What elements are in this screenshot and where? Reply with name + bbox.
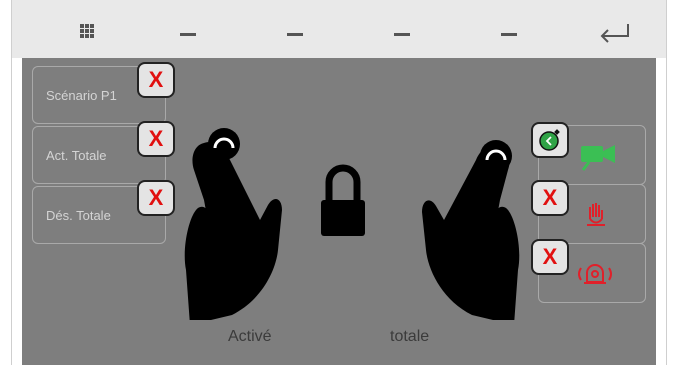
enter-return-icon[interactable] [598, 22, 634, 44]
tab-placeholder-3[interactable] [394, 33, 410, 36]
siren-alarm-icon [578, 264, 612, 284]
tab-placeholder-4[interactable] [501, 33, 517, 36]
top-bar [12, 0, 666, 58]
timer-status-button[interactable] [531, 122, 569, 158]
status-text-right: totale [390, 328, 430, 345]
tab-placeholder-2[interactable] [287, 33, 303, 36]
scenario-panel: Scénario P1 Act. Totale Dés. Totale X X … [22, 58, 656, 365]
remove-siren-button[interactable]: X [531, 239, 569, 275]
remove-scenario-button[interactable]: X [137, 121, 175, 157]
remove-panic-button[interactable]: X [531, 180, 569, 216]
grid-menu-icon[interactable] [80, 24, 94, 38]
remove-scenario-button[interactable]: X [137, 62, 175, 98]
status-text-left: Activé [228, 328, 272, 345]
tab-placeholder-1[interactable] [180, 33, 196, 36]
scenario-label: Act. Totale [46, 147, 107, 163]
remove-scenario-button[interactable]: X [137, 180, 175, 216]
hand-stop-icon [587, 203, 605, 226]
timer-icon [539, 129, 560, 151]
camera-icon [581, 145, 615, 171]
scenario-label: Dés. Totale [46, 207, 111, 223]
two-hand-press-icon [184, 128, 520, 320]
padlock-icon [321, 164, 365, 236]
scenario-label: Scénario P1 [46, 87, 117, 103]
